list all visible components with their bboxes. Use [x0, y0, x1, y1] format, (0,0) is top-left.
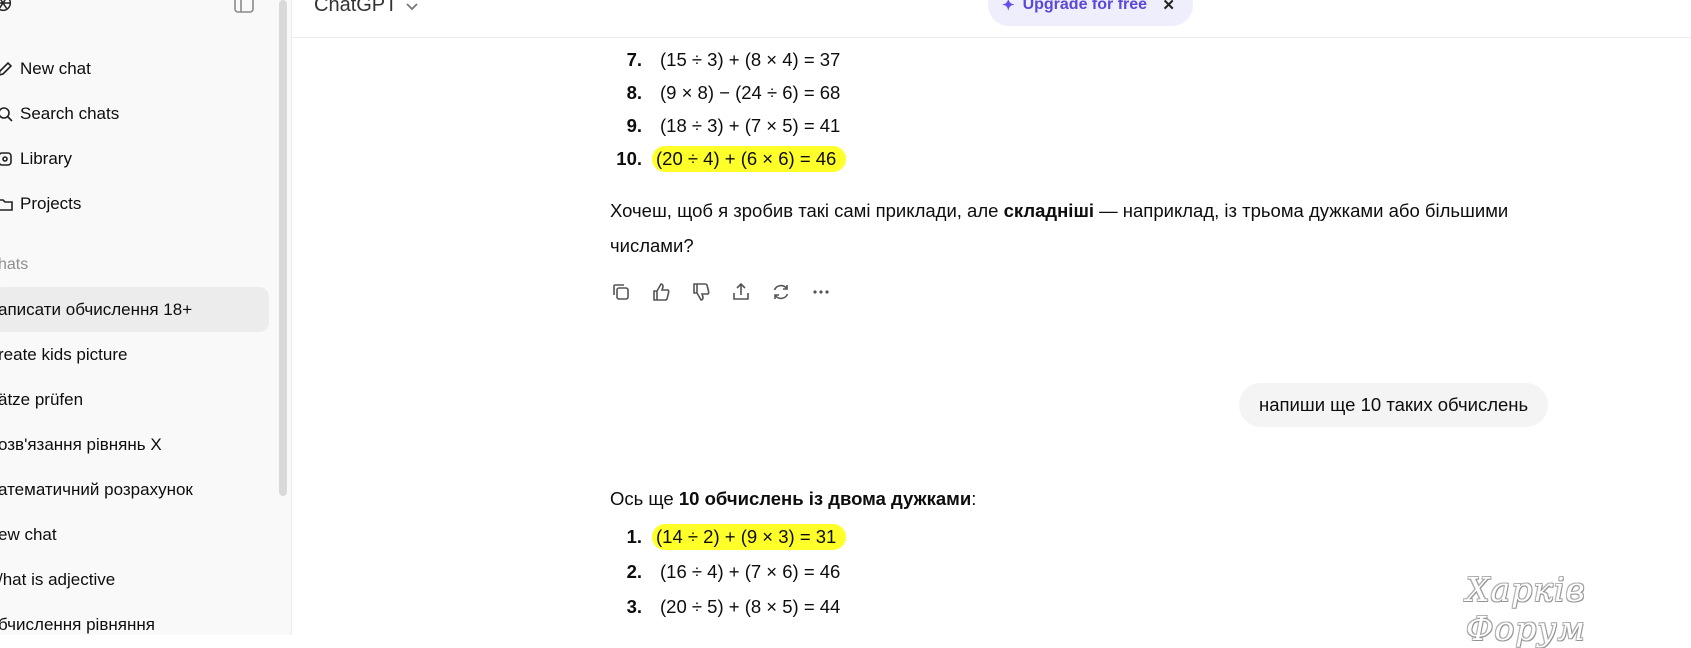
- list-number: 9.: [626, 115, 642, 136]
- list-item: 10. (20 ÷ 4) + (6 × 6) = 46: [608, 143, 847, 175]
- thumbs-up-icon[interactable]: [650, 281, 672, 303]
- list-number: 3.: [626, 596, 642, 617]
- list-number: 1.: [626, 526, 642, 547]
- watermark: Харків Форум: [1466, 570, 1586, 648]
- chat-item-label: ew chat: [0, 524, 57, 544]
- chat-item-label: атематичний розрахунок: [0, 479, 193, 499]
- upgrade-button[interactable]: ✦ Upgrade for free ✕: [988, 0, 1193, 26]
- chat-item[interactable]: аписати обчислення 18+: [0, 287, 269, 332]
- expression-text: (18 ÷ 3) + (7 × 5) = 41: [660, 115, 841, 136]
- expression-text: (15 ÷ 3) + (8 × 4) = 37: [660, 49, 841, 70]
- close-icon[interactable]: ✕: [1162, 0, 1175, 14]
- search-icon: [0, 105, 14, 123]
- intro-text: Ось ще: [610, 488, 679, 509]
- intro-bold: 10 обчислень із двома дужками: [678, 488, 972, 509]
- sidebar-search-chats[interactable]: Search chats: [0, 94, 270, 134]
- list-item: 9. (18 ÷ 3) + (7 × 5) = 41: [608, 110, 844, 142]
- sidebar: New chat Search chats Library Projects h…: [0, 0, 292, 635]
- highlighted-expression: (20 ÷ 4) + (6 × 6) = 46: [652, 146, 847, 172]
- upgrade-label: Upgrade for free: [1022, 0, 1148, 13]
- folder-icon: [0, 195, 14, 213]
- chat-item[interactable]: ew chat: [0, 512, 269, 557]
- regenerate-icon[interactable]: [770, 281, 792, 303]
- sidebar-item-label: Search chats: [20, 104, 120, 123]
- top-header: ChatGPT ✦ Upgrade for free ✕: [292, 0, 1691, 38]
- list-item: 8. (9 × 8) − (24 ÷ 6) = 68: [608, 77, 844, 109]
- list-item: 7. (15 ÷ 3) + (8 × 4) = 37: [608, 44, 844, 76]
- sidebar-projects[interactable]: Projects: [0, 184, 270, 224]
- sparkle-icon: ✦: [1002, 0, 1015, 14]
- list-number: 7.: [626, 49, 642, 70]
- highlighted-expression: (14 ÷ 2) + (9 × 3) = 31: [652, 524, 847, 550]
- list-item: 1. (14 ÷ 2) + (9 × 3) = 31: [608, 521, 847, 553]
- sidebar-item-label: New chat: [20, 59, 91, 78]
- list-number: 8.: [626, 82, 642, 103]
- intro-text: :: [971, 488, 977, 509]
- followup-bold: складніші: [1003, 200, 1095, 221]
- chat-item[interactable]: озв'язання рівнянь X: [0, 422, 269, 467]
- assistant-intro: Ось ще 10 обчислень із двома дужками:: [610, 481, 1550, 516]
- more-icon[interactable]: [810, 281, 832, 303]
- model-selector[interactable]: ChatGPT: [314, 0, 419, 17]
- list-number: 10.: [616, 148, 642, 169]
- chat-item[interactable]: атематичний розрахунок: [0, 467, 269, 512]
- expression-text: (16 ÷ 4) + (7 × 6) = 46: [660, 561, 841, 582]
- sidebar-scrollbar[interactable]: [279, 0, 287, 496]
- model-name: ChatGPT: [314, 0, 398, 16]
- sidebar-item-label: Projects: [20, 194, 82, 213]
- chat-item[interactable]: ätze prüfen: [0, 377, 269, 422]
- chat-item-label: аписати обчислення 18+: [0, 299, 193, 319]
- list-item: 3. (20 ÷ 5) + (8 × 5) = 44: [608, 591, 844, 623]
- message-actions: [610, 281, 832, 303]
- list-item: 2. (16 ÷ 4) + (7 × 6) = 46: [608, 556, 844, 588]
- chat-item[interactable]: бчислення рівняння: [0, 602, 269, 635]
- edit-icon: [0, 60, 14, 78]
- list-number: 2.: [626, 561, 642, 582]
- thumbs-down-icon[interactable]: [690, 281, 712, 303]
- user-message-bubble: напиши ще 10 таких обчислень: [1239, 383, 1549, 427]
- openai-logo-icon[interactable]: [0, 0, 14, 14]
- library-icon: [0, 150, 14, 168]
- copy-icon[interactable]: [610, 281, 632, 303]
- sidebar-item-label: Library: [20, 149, 72, 168]
- share-icon[interactable]: [730, 281, 752, 303]
- sidebar-toggle-icon[interactable]: [233, 0, 255, 14]
- sidebar-library[interactable]: Library: [0, 139, 270, 179]
- expression-text: (9 × 8) − (24 ÷ 6) = 68: [660, 82, 841, 103]
- chevron-down-icon: [406, 2, 418, 10]
- chat-item[interactable]: /hat is adjective: [0, 557, 269, 602]
- chat-item[interactable]: reate kids picture: [0, 332, 269, 377]
- assistant-followup: Хочеш, щоб я зробив такі самі приклади, …: [610, 193, 1550, 263]
- sidebar-new-chat[interactable]: New chat: [0, 49, 270, 89]
- expression-text: (20 ÷ 5) + (8 × 5) = 44: [660, 596, 841, 617]
- chat-area: 7. (15 ÷ 3) + (8 × 4) = 37 8. (9 × 8) − …: [292, 38, 1691, 635]
- chats-section-label: hats: [0, 256, 29, 273]
- chat-item-label: озв'язання рівнянь X: [0, 434, 162, 454]
- chat-item-label: reate kids picture: [0, 344, 128, 364]
- chat-item-label: бчислення рівняння: [0, 614, 155, 634]
- chat-item-label: ätze prüfen: [0, 389, 84, 409]
- chat-item-label: /hat is adjective: [0, 569, 116, 589]
- followup-text: Хочеш, щоб я зробив такі самі приклади, …: [610, 200, 1004, 221]
